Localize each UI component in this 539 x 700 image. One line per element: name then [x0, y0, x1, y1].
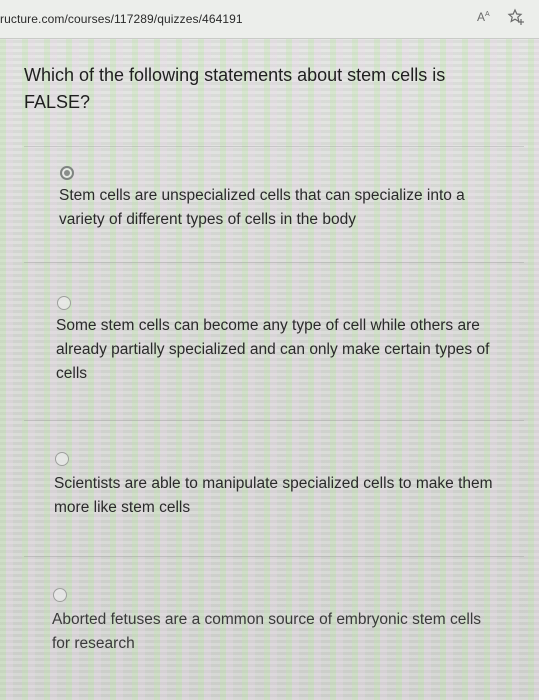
- divider: [24, 556, 524, 557]
- url-text[interactable]: ructure.com/courses/117289/quizzes/46419…: [0, 12, 243, 26]
- divider: [24, 262, 524, 263]
- option-1-label[interactable]: Stem cells are unspecialized cells that …: [59, 184, 509, 232]
- divider: [24, 146, 524, 147]
- option-3-radio[interactable]: [55, 452, 69, 466]
- divider: [24, 420, 524, 421]
- option-3-label[interactable]: Scientists are able to manipulate specia…: [54, 472, 504, 520]
- text-size-icon[interactable]: AA: [477, 10, 490, 24]
- option-1-radio[interactable]: [60, 166, 74, 180]
- browser-address-bar: ructure.com/courses/117289/quizzes/46419…: [0, 0, 539, 39]
- option-4-radio[interactable]: [53, 588, 67, 602]
- option-4-label[interactable]: Aborted fetuses are a common source of e…: [52, 608, 502, 656]
- option-2-label[interactable]: Some stem cells can become any type of c…: [56, 314, 506, 386]
- star-add-icon[interactable]: [507, 8, 525, 26]
- question-text: Which of the following statements about …: [24, 65, 446, 112]
- option-2-radio[interactable]: [57, 296, 71, 310]
